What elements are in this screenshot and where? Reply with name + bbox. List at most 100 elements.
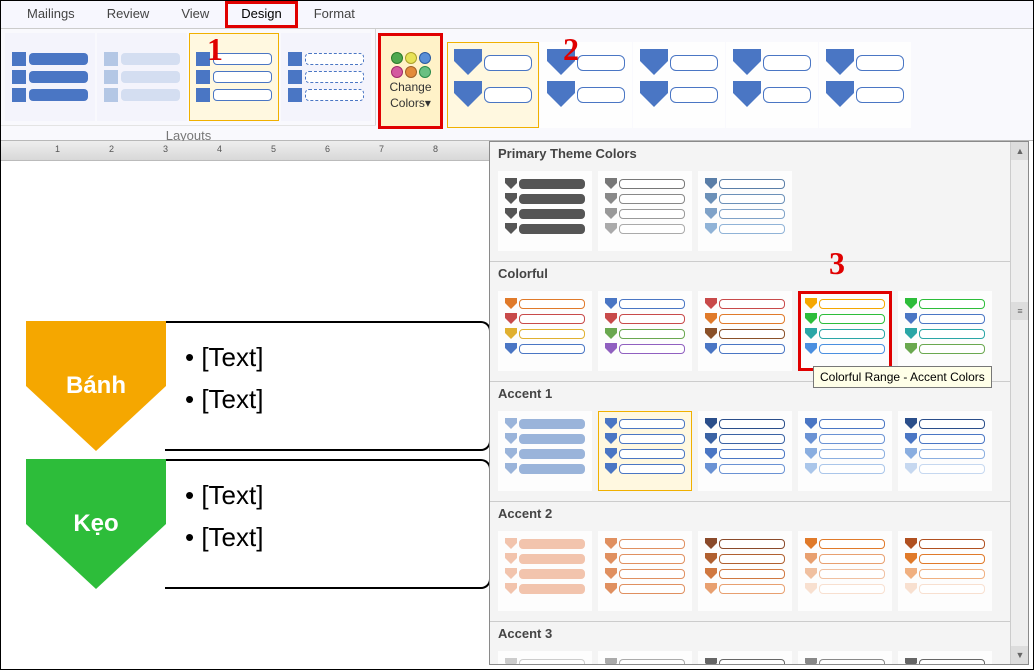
- chevron-icon: [705, 538, 717, 550]
- color-option[interactable]: [698, 651, 792, 665]
- color-bar: [919, 554, 985, 564]
- chevron-icon: [705, 463, 717, 475]
- chevron-icon: [805, 553, 817, 565]
- style-option[interactable]: [726, 42, 818, 128]
- color-option[interactable]: [598, 531, 692, 611]
- smartart-bullet[interactable]: [Text]: [185, 379, 469, 421]
- color-bar: [719, 434, 785, 444]
- scroll-grip-icon[interactable]: ≡: [1011, 302, 1029, 320]
- style-option-selected[interactable]: [447, 42, 539, 128]
- color-option[interactable]: [698, 531, 792, 611]
- smartart-body[interactable]: [Text] [Text]: [165, 321, 491, 451]
- tab-design[interactable]: Design: [225, 1, 297, 28]
- smartart-bullet[interactable]: [Text]: [185, 517, 469, 559]
- dropdown-scrollbar[interactable]: ▲ ≡ ▼: [1010, 142, 1028, 664]
- smartart-graphic[interactable]: Bánh [Text] [Text] Kẹo [Text] [Text]: [26, 321, 491, 589]
- color-bar: [919, 449, 985, 459]
- scroll-down-icon[interactable]: ▼: [1011, 646, 1029, 664]
- change-colors-label2: Colors▾: [390, 96, 431, 110]
- color-bar: [819, 299, 885, 309]
- change-colors-button[interactable]: Change Colors▾: [378, 33, 443, 129]
- smartart-shape[interactable]: Bánh: [26, 321, 166, 451]
- chevron-icon: [505, 418, 517, 430]
- change-colors-label: Change: [389, 80, 431, 94]
- color-bar: [919, 584, 985, 594]
- scroll-up-icon[interactable]: ▲: [1011, 142, 1029, 160]
- tab-review[interactable]: Review: [91, 1, 166, 28]
- chevron-icon: [805, 343, 817, 355]
- smartart-bullet[interactable]: [Text]: [185, 475, 469, 517]
- layout-option-selected[interactable]: [189, 33, 279, 121]
- color-bar: [919, 419, 985, 429]
- color-option[interactable]: [498, 171, 592, 251]
- chevron-icon: [605, 193, 617, 205]
- chevron-icon: [705, 658, 717, 665]
- smartart-body[interactable]: [Text] [Text]: [165, 459, 491, 589]
- layout-option[interactable]: [5, 33, 95, 121]
- color-option[interactable]: [898, 291, 992, 371]
- layout-option[interactable]: [97, 33, 187, 121]
- color-option[interactable]: [698, 171, 792, 251]
- color-option[interactable]: [598, 651, 692, 665]
- chevron-icon: [505, 208, 517, 220]
- tab-mailings[interactable]: Mailings: [11, 1, 91, 28]
- color-bar: [819, 584, 885, 594]
- color-option[interactable]: [698, 291, 792, 371]
- color-section-heading: Primary Theme Colors: [490, 142, 1028, 165]
- color-bar: [519, 464, 585, 474]
- color-option[interactable]: [798, 411, 892, 491]
- color-bar: [519, 209, 585, 219]
- color-option[interactable]: [498, 651, 592, 665]
- color-option[interactable]: [698, 411, 792, 491]
- color-bar: [719, 569, 785, 579]
- smartart-item[interactable]: Bánh [Text] [Text]: [26, 321, 491, 451]
- color-bar: [619, 449, 685, 459]
- color-option[interactable]: [498, 411, 592, 491]
- color-option[interactable]: [598, 411, 692, 491]
- color-section: Colorful: [490, 262, 1028, 382]
- color-bar: [919, 539, 985, 549]
- color-option[interactable]: [898, 651, 992, 665]
- smartart-bullet[interactable]: [Text]: [185, 337, 469, 379]
- chevron-icon: [505, 223, 517, 235]
- chevron-icon: [505, 583, 517, 595]
- style-option[interactable]: [633, 42, 725, 128]
- color-option[interactable]: [898, 411, 992, 491]
- color-option[interactable]: [598, 291, 692, 371]
- color-bar: [519, 329, 585, 339]
- style-option[interactable]: [540, 42, 632, 128]
- chevron-icon: [805, 298, 817, 310]
- chevron-icon: [505, 178, 517, 190]
- callout-1: 1: [207, 31, 223, 68]
- color-bar: [719, 464, 785, 474]
- chevron-icon: [905, 538, 917, 550]
- color-option[interactable]: [798, 291, 892, 371]
- smartart-item[interactable]: Kẹo [Text] [Text]: [26, 459, 491, 589]
- change-colors-dropdown: Primary Theme ColorsColorfulAccent 1Acce…: [489, 141, 1029, 665]
- color-option[interactable]: [498, 291, 592, 371]
- color-bar: [519, 434, 585, 444]
- style-option[interactable]: [819, 42, 911, 128]
- smartart-shape[interactable]: Kẹo: [26, 459, 166, 589]
- chevron-icon: [605, 568, 617, 580]
- color-option[interactable]: [798, 651, 892, 665]
- color-option[interactable]: [598, 171, 692, 251]
- color-bar: [619, 419, 685, 429]
- layout-option[interactable]: [281, 33, 371, 121]
- color-bar: [719, 224, 785, 234]
- tab-view[interactable]: View: [165, 1, 225, 28]
- chevron-icon: [505, 328, 517, 340]
- color-bar: [519, 584, 585, 594]
- color-option[interactable]: [898, 531, 992, 611]
- color-bar: [819, 659, 885, 665]
- color-option[interactable]: [798, 531, 892, 611]
- color-bar: [619, 539, 685, 549]
- tab-format[interactable]: Format: [298, 1, 371, 28]
- chevron-icon: [605, 418, 617, 430]
- color-bar: [919, 464, 985, 474]
- color-option[interactable]: [498, 531, 592, 611]
- chevron-icon: [905, 433, 917, 445]
- color-bar: [719, 539, 785, 549]
- chevron-icon: [705, 208, 717, 220]
- chevron-icon: [505, 463, 517, 475]
